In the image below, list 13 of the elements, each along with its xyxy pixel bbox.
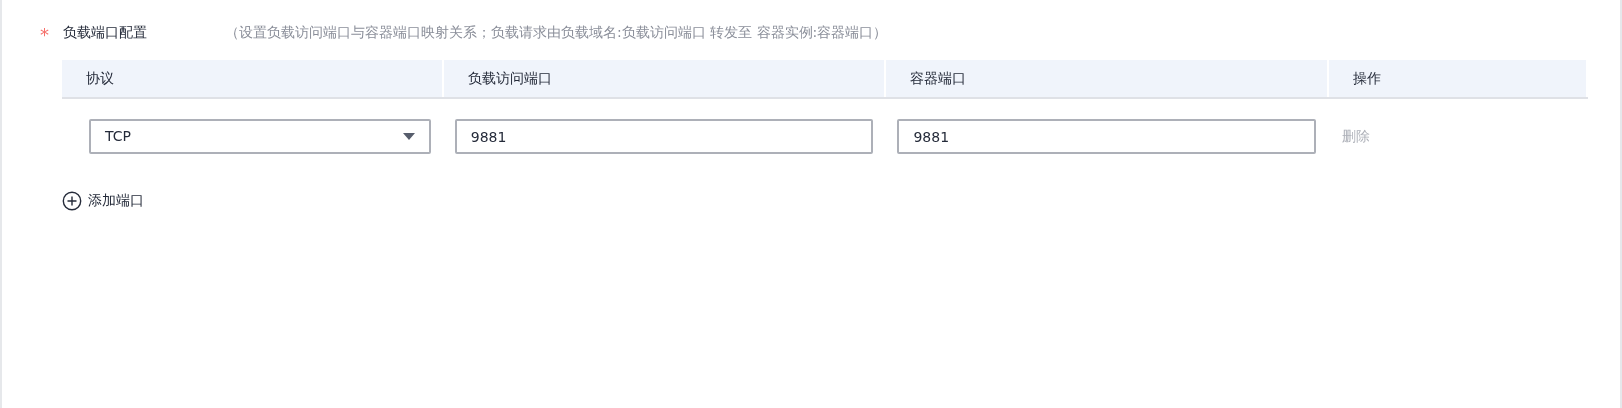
field-hint: （设置负载访问端口与容器端口映射关系；负载请求由负载域名:负载访问端口 转发至 容器实例:容器端口） xyxy=(225,23,888,42)
container-port-field[interactable]: 9881 xyxy=(897,119,1317,154)
column-header: 协议 xyxy=(86,70,114,86)
column-header: 操作 xyxy=(1353,70,1382,86)
required-mark: * xyxy=(40,23,50,44)
protocol-select[interactable]: TCP xyxy=(89,119,431,154)
caret-icon xyxy=(402,133,415,140)
column-header: 负载访问端口 xyxy=(467,70,552,86)
add-icon xyxy=(62,190,82,211)
add-port-button[interactable]: 添加端口 xyxy=(62,190,144,211)
column-header: 容器端口 xyxy=(910,70,967,86)
field-label: 负载端口配置 xyxy=(63,23,147,42)
access-port-field[interactable]: 9881 xyxy=(454,119,874,154)
